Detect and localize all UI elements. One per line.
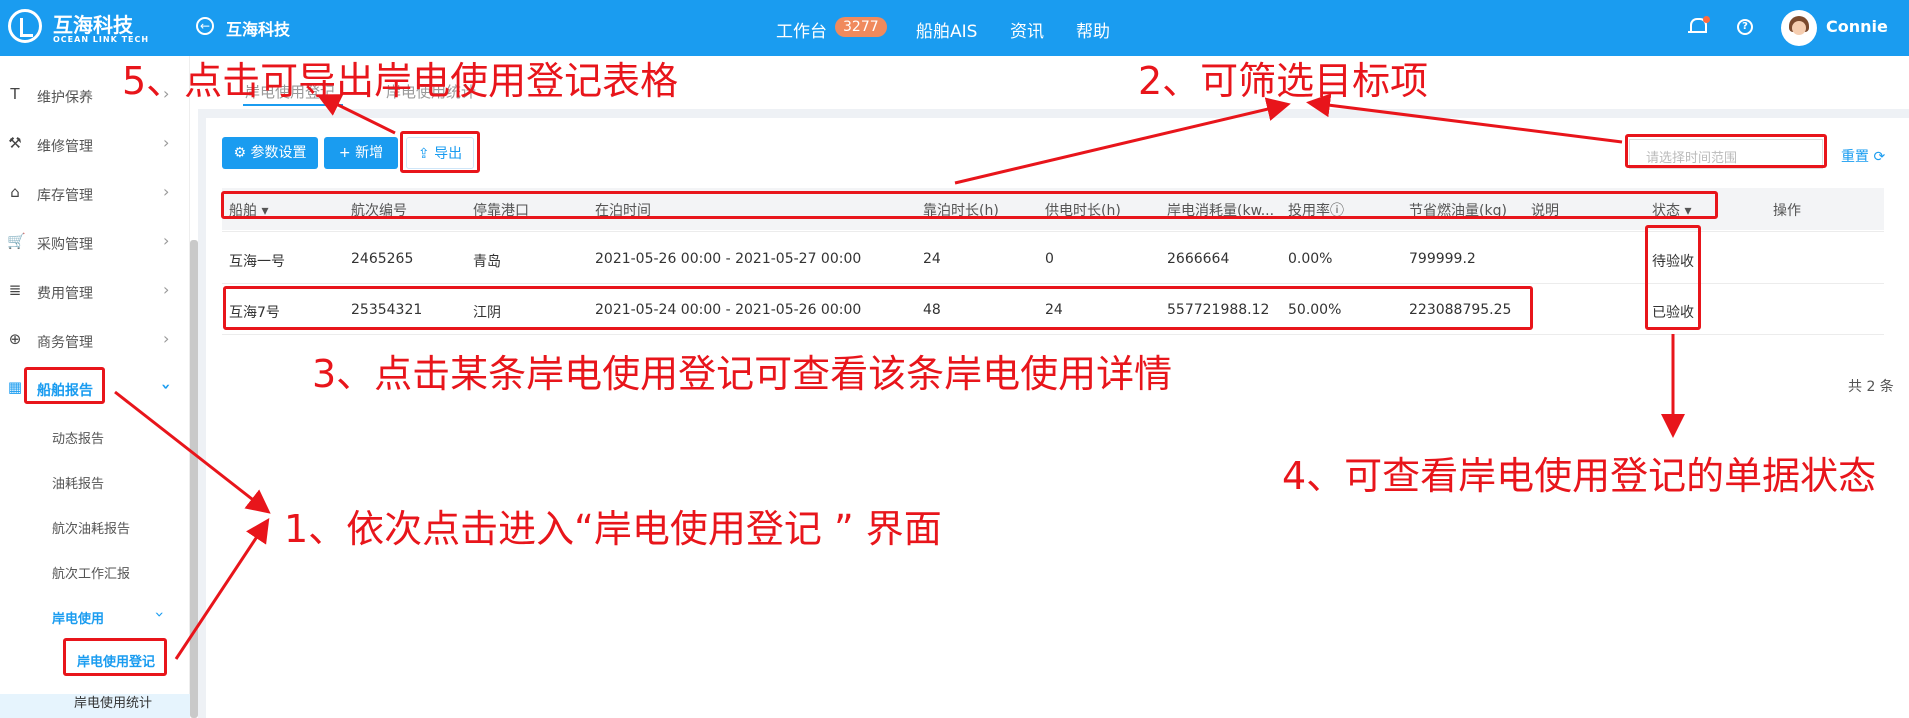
arrow-to-annotation-5 [316,94,396,135]
arrow-register-to-annotation-1 [174,517,270,660]
arrow-header-to-annotation-2 [954,97,1291,185]
arrow-date-to-annotation-2 [1306,93,1623,144]
arrow-ship-report-to-annotation-1 [114,390,271,514]
annotation-arrows [114,93,1685,660]
